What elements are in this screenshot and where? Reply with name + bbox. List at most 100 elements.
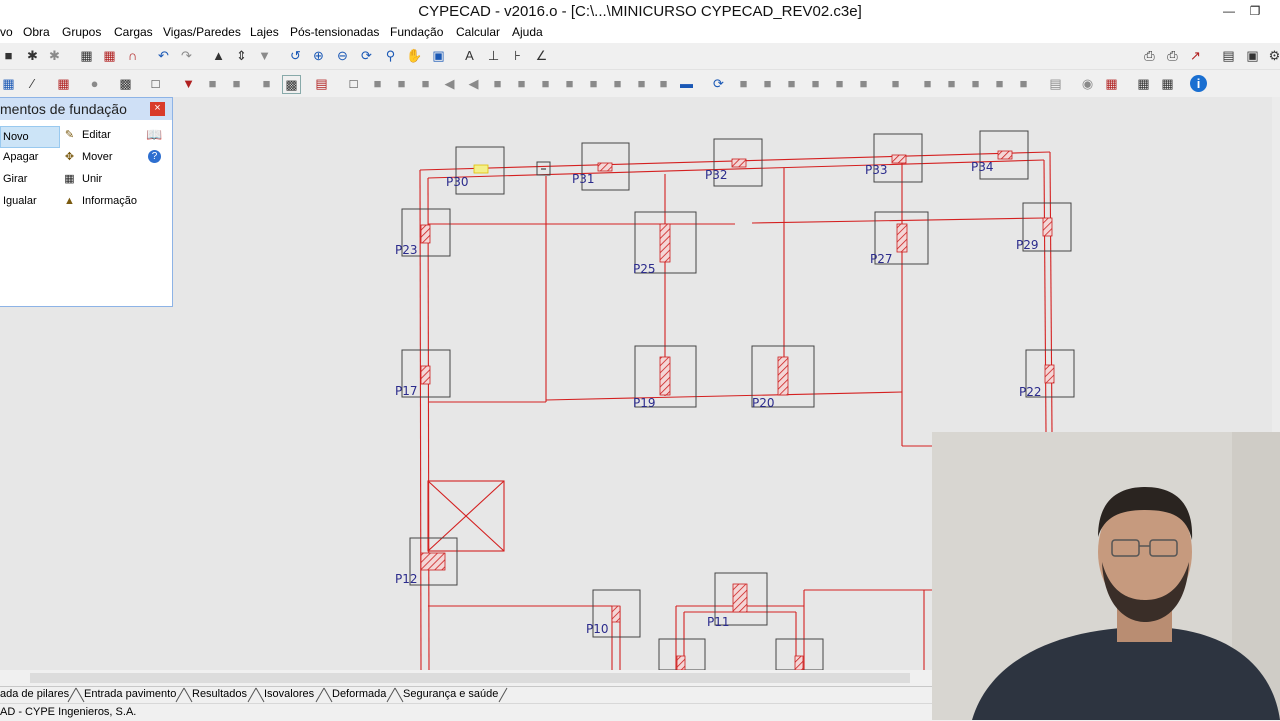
menu-vigas-paredes[interactable]: Vigas/Paredes (163, 25, 241, 39)
panel-header[interactable]: mentos de fundação × (0, 98, 172, 120)
tool-icon[interactable]: ■ (537, 75, 554, 92)
minimize-icon[interactable]: — (1216, 0, 1242, 22)
grid-icon[interactable]: ▦ (78, 47, 95, 64)
information-button[interactable]: ▲ Informação (62, 191, 137, 211)
floor-down-icon[interactable]: ▼ (256, 47, 273, 64)
menu-obra[interactable]: Obra (23, 25, 50, 39)
tool-icon[interactable]: ■ (887, 75, 904, 92)
tool-icon[interactable]: ■ (655, 75, 672, 92)
tool-icon[interactable]: ■ (943, 75, 960, 92)
tool-icon[interactable]: ■ (204, 75, 221, 92)
menu-lajes[interactable]: Lajes (250, 25, 279, 39)
tool-icon[interactable]: ■ (561, 75, 578, 92)
menu-pos-tensionadas[interactable]: Pós-tensionadas (290, 25, 379, 39)
dimension-icon[interactable]: ⊦ (509, 47, 526, 64)
help-icon[interactable]: ? (148, 150, 161, 163)
join-button[interactable]: ▦ Unir (62, 169, 102, 189)
horizontal-scrollbar[interactable] (0, 670, 932, 686)
tool-icon[interactable]: ■ (513, 75, 530, 92)
close-icon[interactable]: × (150, 102, 165, 116)
layers-icon[interactable]: ▤ (1220, 47, 1237, 64)
tool-icon[interactable]: ■ (991, 75, 1008, 92)
pile-icon[interactable]: ▼ (180, 75, 197, 92)
tool-icon[interactable]: ▦ (1103, 75, 1120, 92)
floor-up-icon[interactable]: ▲ (210, 47, 227, 64)
edit-button[interactable]: ✎ Editar (62, 125, 111, 145)
view-icon[interactable]: ▣ (430, 47, 447, 64)
refresh-icon[interactable]: ⟳ (358, 47, 375, 64)
pan-hand-icon[interactable]: ✋ (406, 47, 423, 64)
dimension-icon[interactable]: ⊥ (485, 47, 502, 64)
restore-icon[interactable]: ❐ (1242, 0, 1268, 22)
tool-icon[interactable]: ■ (609, 75, 626, 92)
magnet-icon[interactable]: ∩ (124, 47, 141, 64)
drop-icon[interactable]: ● (86, 75, 103, 92)
tool-icon[interactable]: ▩ (282, 75, 301, 94)
tool-icon[interactable]: ■ (633, 75, 650, 92)
zoom-out-icon[interactable]: ⊖ (334, 47, 351, 64)
tool-icon[interactable]: ✱ (24, 47, 41, 64)
tool-icon[interactable]: ■ (393, 75, 410, 92)
table-icon[interactable]: ▦ (55, 75, 72, 92)
undo-icon[interactable]: ↶ (155, 47, 172, 64)
tool-icon[interactable]: ▦ (1159, 75, 1176, 92)
angle-icon[interactable]: ∠ (533, 47, 550, 64)
tool-icon[interactable]: ■ (258, 75, 275, 92)
menu-calcular[interactable]: Calcular (456, 25, 500, 39)
box-icon[interactable]: □ (147, 75, 164, 92)
tool-icon[interactable]: □ (345, 75, 362, 92)
tool-icon[interactable]: ■ (855, 75, 872, 92)
tool-icon[interactable]: ▦ (0, 75, 17, 92)
text-icon[interactable]: A (461, 47, 478, 64)
tool-icon[interactable]: ⟳ (710, 75, 727, 92)
window-icon[interactable]: ▣ (1244, 47, 1261, 64)
menu-grupos[interactable]: Grupos (62, 25, 101, 39)
save-icon[interactable]: ■ (0, 47, 17, 64)
floor-select-icon[interactable]: ⇕ (233, 47, 250, 64)
tool-icon[interactable]: ■ (919, 75, 936, 92)
settings-icon[interactable]: ⚙ (1266, 47, 1280, 64)
equalize-button[interactable]: Igualar (3, 191, 37, 211)
tool-icon[interactable]: ■ (967, 75, 984, 92)
menu-file[interactable]: vo (0, 25, 13, 39)
move-button[interactable]: ✥ Mover (62, 147, 113, 167)
zoom-icon[interactable]: ⚲ (382, 47, 399, 64)
export-icon[interactable]: ↗ (1187, 47, 1204, 64)
eye-icon[interactable]: ◉ (1079, 75, 1096, 92)
line-icon[interactable]: ∕ (24, 75, 41, 92)
tool-icon[interactable]: ◀ (441, 75, 458, 92)
tool-icon[interactable]: ▦ (1135, 75, 1152, 92)
footing-icon[interactable]: ▩ (117, 75, 134, 92)
new-button[interactable]: Novo (0, 126, 60, 148)
tool-icon[interactable]: ■ (489, 75, 506, 92)
zoom-window-icon[interactable]: ⊕ (310, 47, 327, 64)
info-icon[interactable]: i (1190, 75, 1207, 92)
tool-icon[interactable]: ■ (759, 75, 776, 92)
tool-icon[interactable]: ■ (735, 75, 752, 92)
vertical-scrollbar[interactable] (1272, 97, 1280, 432)
delete-button[interactable]: Apagar (3, 147, 38, 167)
menu-cargas[interactable]: Cargas (114, 25, 153, 39)
preview-icon[interactable]: ⎙ (1164, 47, 1181, 64)
redo-icon[interactable]: ↷ (178, 47, 195, 64)
menu-fundacao[interactable]: Fundação (390, 25, 443, 39)
menu-ajuda[interactable]: Ajuda (512, 25, 543, 39)
print-icon[interactable]: ⎙ (1141, 47, 1158, 64)
tool-icon[interactable]: ■ (228, 75, 245, 92)
tool-icon[interactable]: ■ (417, 75, 434, 92)
tool-icon[interactable]: ✱ (46, 47, 63, 64)
grid-icon[interactable]: ▦ (101, 47, 118, 64)
book-icon[interactable]: 📖 (146, 127, 162, 143)
tool-icon[interactable]: ■ (585, 75, 602, 92)
zoom-previous-icon[interactable]: ↺ (287, 47, 304, 64)
rotate-button[interactable]: Girar (3, 169, 27, 189)
tool-icon[interactable]: ▤ (1047, 75, 1064, 92)
tool-icon[interactable]: ◀ (465, 75, 482, 92)
tool-icon[interactable]: ■ (783, 75, 800, 92)
tool-icon[interactable]: ▬ (678, 75, 695, 92)
tool-icon[interactable]: ■ (369, 75, 386, 92)
tool-icon[interactable]: ■ (831, 75, 848, 92)
tool-icon[interactable]: ■ (807, 75, 824, 92)
scroll-thumb[interactable] (30, 673, 910, 683)
tool-icon[interactable]: ▤ (313, 75, 330, 92)
